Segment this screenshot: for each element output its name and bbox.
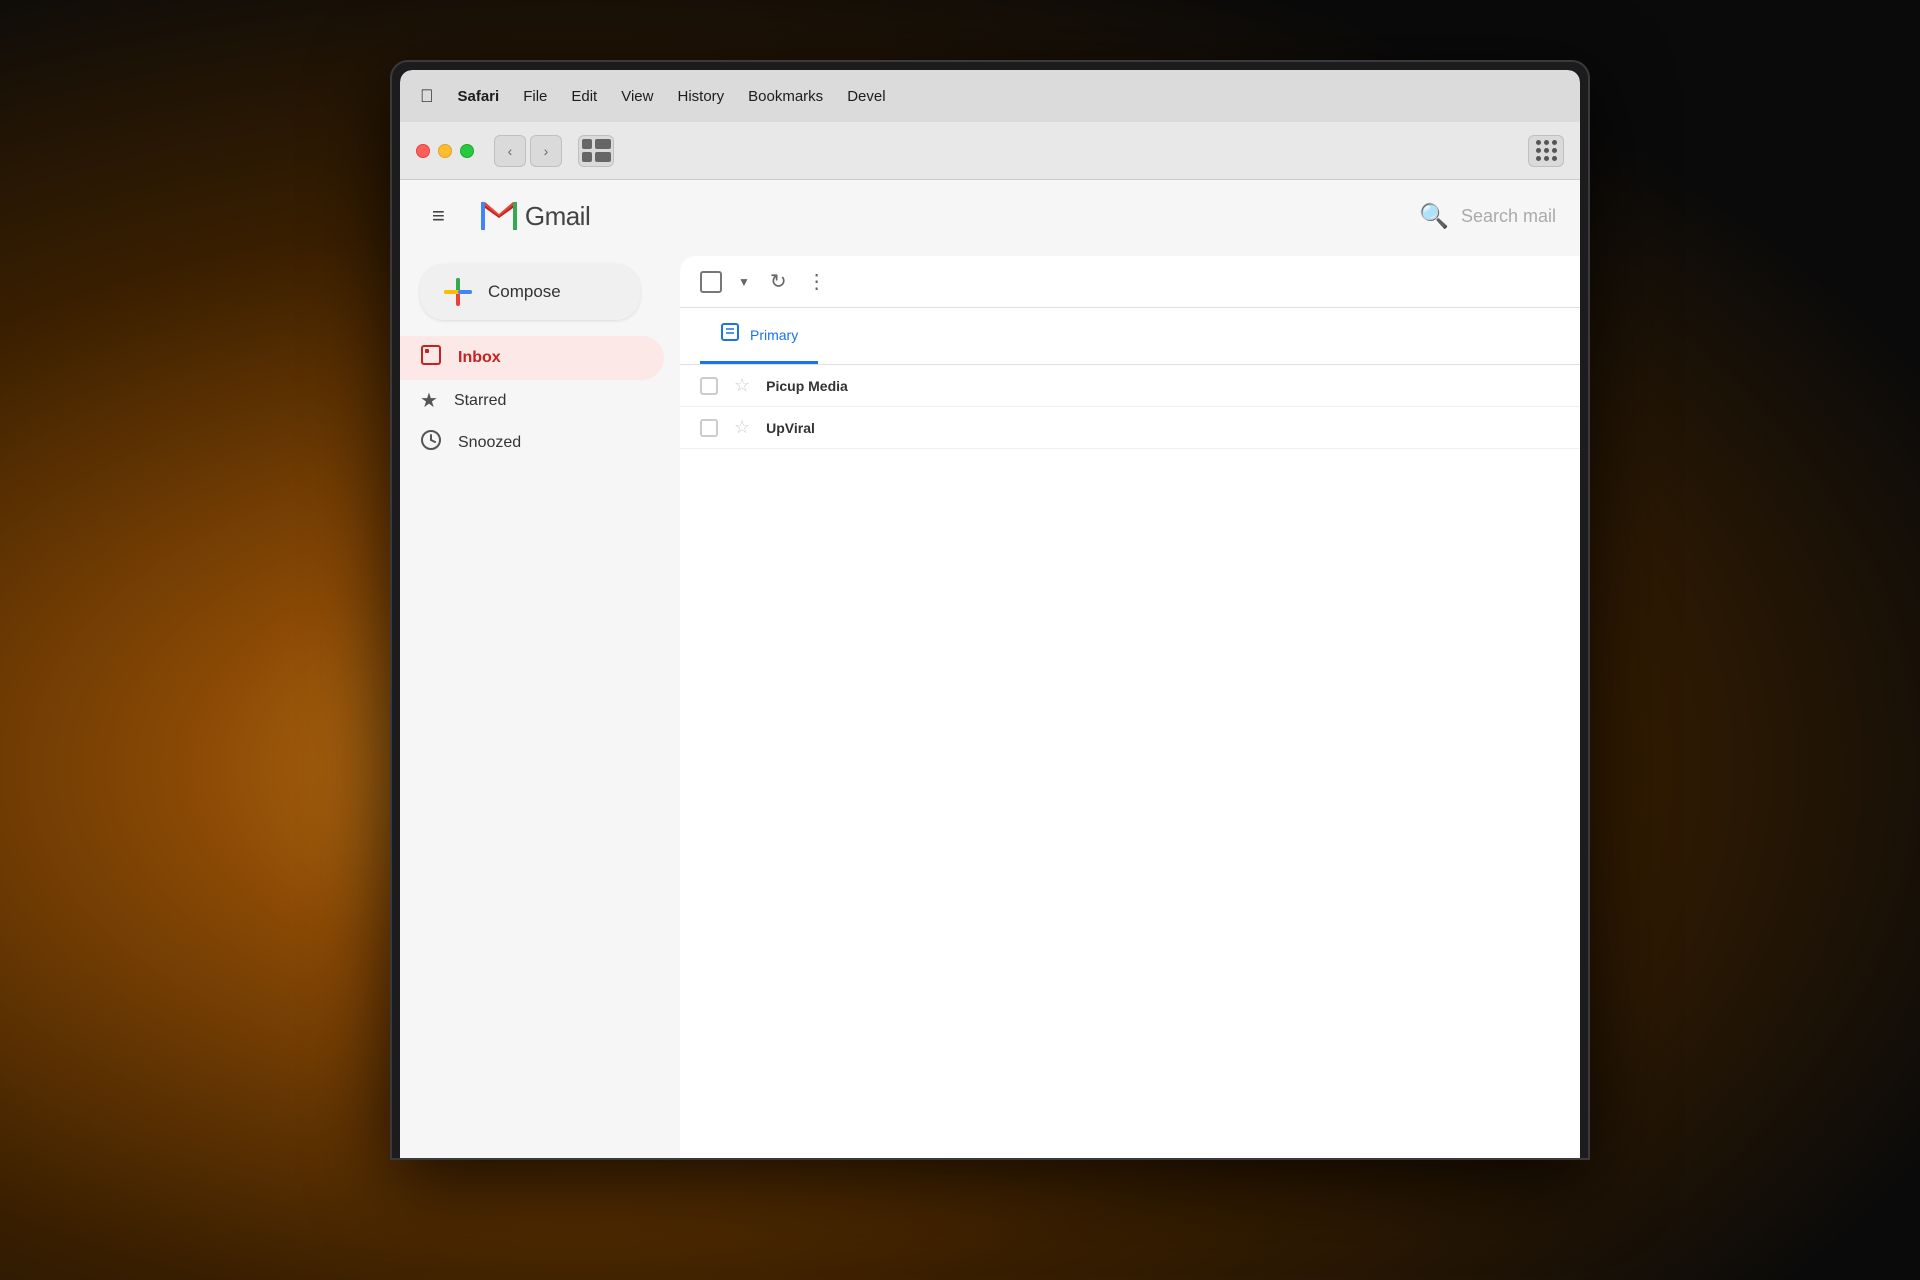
primary-tab-icon <box>720 322 740 347</box>
snoozed-icon <box>420 429 442 457</box>
sidebar-starred-label: Starred <box>454 392 506 410</box>
table-row[interactable]: ☆ Picup Media <box>680 365 1580 407</box>
compose-plus-icon <box>444 278 472 306</box>
email-checkbox[interactable] <box>700 377 718 395</box>
minimize-button[interactable] <box>438 144 452 158</box>
grid-icon <box>1536 140 1557 161</box>
tab-primary[interactable]: Primary <box>700 308 818 364</box>
gmail-body: Compose Inbox ★ <box>400 252 1580 1158</box>
search-icon: 🔍 <box>1419 202 1449 231</box>
forward-button[interactable]: › <box>530 135 562 167</box>
screen:  Safari File Edit View History Bookmark… <box>400 70 1580 1158</box>
develop-menu[interactable]: Devel <box>847 88 885 105</box>
table-row[interactable]: ☆ UpViral <box>680 407 1580 449</box>
sidebar-toggle-button[interactable] <box>578 135 614 167</box>
compose-label: Compose <box>488 282 561 302</box>
gmail-tabs: Primary <box>680 308 1580 365</box>
back-icon: ‹ <box>508 143 513 159</box>
traffic-lights <box>416 144 474 158</box>
fullscreen-button[interactable] <box>460 144 474 158</box>
select-all-checkbox[interactable] <box>700 271 722 293</box>
sidebar-inbox-label: Inbox <box>458 349 501 367</box>
email-sender: UpViral <box>766 420 926 436</box>
primary-tab-label: Primary <box>750 327 798 343</box>
nav-buttons: ‹ › <box>494 135 562 167</box>
file-menu[interactable]: File <box>523 88 547 105</box>
hamburger-menu[interactable]: ≡ <box>424 195 453 237</box>
email-sender: Picup Media <box>766 378 926 394</box>
menubar:  Safari File Edit View History Bookmark… <box>400 70 1580 122</box>
more-options-button[interactable]: ⋮ <box>807 269 827 294</box>
sidebar-snoozed-label: Snoozed <box>458 434 521 452</box>
edit-menu[interactable]: Edit <box>571 88 597 105</box>
starred-icon: ★ <box>420 388 438 413</box>
inbox-icon <box>420 344 442 372</box>
star-icon[interactable]: ☆ <box>734 375 750 396</box>
safari-menu[interactable]: Safari <box>458 88 500 105</box>
view-menu[interactable]: View <box>621 88 653 105</box>
gmail-logo-icon <box>477 194 521 238</box>
close-button[interactable] <box>416 144 430 158</box>
refresh-button[interactable]: ↻ <box>770 269 787 294</box>
gmail-main: ▼ ↻ ⋮ <box>680 256 1580 1158</box>
email-checkbox[interactable] <box>700 419 718 437</box>
bookmarks-menu[interactable]: Bookmarks <box>748 88 823 105</box>
sidebar-toggle-icon <box>582 139 611 162</box>
sidebar-item-snoozed[interactable]: Snoozed <box>400 421 664 465</box>
gmail-header: ≡ Gmail 🔍 Search <box>400 180 1580 252</box>
back-button[interactable]: ‹ <box>494 135 526 167</box>
sidebar-item-starred[interactable]: ★ Starred <box>400 380 664 421</box>
apps-grid-button[interactable] <box>1528 135 1564 167</box>
gmail-sidebar: Compose Inbox ★ <box>400 252 680 1158</box>
history-menu[interactable]: History <box>677 88 724 105</box>
sidebar-item-inbox[interactable]: Inbox <box>400 336 664 380</box>
search-placeholder-text: Search mail <box>1461 206 1556 227</box>
star-icon[interactable]: ☆ <box>734 417 750 438</box>
forward-icon: › <box>544 143 549 159</box>
browser-chrome: ‹ › <box>400 122 1580 180</box>
apple-menu[interactable]:  <box>420 86 434 107</box>
compose-button[interactable]: Compose <box>420 264 640 320</box>
gmail-toolbar: ▼ ↻ ⋮ <box>680 256 1580 308</box>
select-dropdown[interactable]: ▼ <box>738 275 750 289</box>
laptop-frame:  Safari File Edit View History Bookmark… <box>390 60 1590 1160</box>
gmail-title: Gmail <box>525 201 590 232</box>
gmail-logo: Gmail <box>477 194 590 238</box>
gmail-content: ≡ Gmail 🔍 Search <box>400 180 1580 1158</box>
gmail-search: 🔍 Search mail <box>1419 202 1556 231</box>
